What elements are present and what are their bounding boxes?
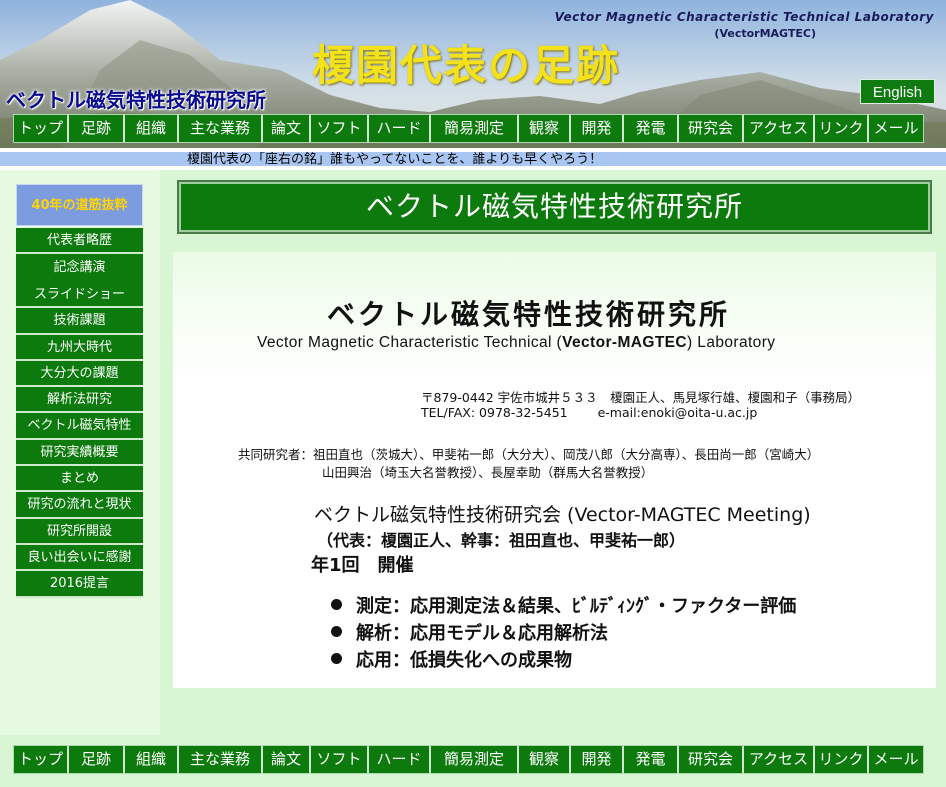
nav-main-business[interactable]: 主な業務 (177, 746, 261, 773)
nav-links[interactable]: リンク (813, 746, 867, 773)
site-subtitle: ベクトル磁気特性技術研究所 (6, 88, 266, 112)
sidebar-item-lecture-slideshow[interactable]: 記念講演 スライドショー (16, 254, 143, 309)
sidebar: 40年の道筋抜粋 代表者略歴 記念講演 スライドショー 技術課題 九州大時代 大… (16, 184, 143, 598)
nav-papers[interactable]: 論文 (261, 746, 309, 773)
lab-abbreviation: (VectorMAGTEC) (714, 27, 816, 40)
bullet-text-application: 応用：低損失化への成果物 (356, 650, 572, 671)
list-item: 測定：応用測定法＆結果、ﾋﾞﾙﾃﾞｨﾝｸﾞ・ファクター評価 (331, 592, 796, 618)
bullet-icon (331, 599, 342, 610)
nav-links[interactable]: リンク (813, 115, 867, 142)
lab-title-english: Vector Magnetic Characteristic Technical… (257, 334, 775, 352)
bullet-icon (331, 653, 342, 664)
nav-development[interactable]: 開発 (569, 746, 622, 773)
sidebar-item-40-years[interactable]: 40年の道筋抜粋 (16, 184, 143, 226)
sidebar-item-oita-issues[interactable]: 大分大の課題 (16, 360, 143, 388)
nav-software[interactable]: ソフト (309, 115, 367, 142)
nav-footprint[interactable]: 足跡 (67, 746, 123, 773)
list-item: 解析：応用モデル＆応用解析法 (331, 619, 608, 645)
list-item: 応用：低損失化への成果物 (331, 646, 572, 672)
nav-observation[interactable]: 観察 (517, 115, 569, 142)
nav-software[interactable]: ソフト (309, 746, 367, 773)
sidebar-item-analysis-research[interactable]: 解析法研究 (16, 387, 143, 414)
nav-footprint[interactable]: 足跡 (67, 115, 123, 142)
nav-mail[interactable]: メール (867, 746, 923, 773)
motto-marquee: 榎園代表の「座右の銘」誰もやってないことを、誰よりも早くやろう！ (0, 152, 946, 166)
lab-title-english-post: ) Laboratory (687, 334, 776, 351)
lab-name-english: Vector Magnetic Characteristic Technical… (554, 10, 934, 24)
nav-power-generation[interactable]: 発電 (622, 746, 677, 773)
sidebar-item-2016-proposal[interactable]: 2016提言 (16, 571, 143, 598)
nav-access[interactable]: アクセス (742, 746, 813, 773)
nav-meeting[interactable]: 研究会 (677, 115, 742, 142)
sidebar-item-conclusion[interactable]: まとめ (16, 466, 143, 493)
address: 〒879-0442 宇佐市城井５３３ 榎園正人、馬見塚行雄、榎園和子（事務局） (421, 390, 861, 405)
sidebar-item-thanks[interactable]: 良い出会いに感謝 (16, 544, 143, 572)
nav-mail[interactable]: メール (867, 115, 923, 142)
co-researchers-line-1: 共同研究者：祖田直也（茨城大）、甲斐祐一郎（大分大）、岡茂八郎（大分高専）、長田… (238, 447, 820, 462)
nav-top[interactable]: トップ (14, 746, 67, 773)
lab-title-english-abbrev: Vector-MAGTEC (562, 334, 688, 351)
meeting-officers: （代表：榎園正人、幹事：祖田直也、甲斐祐一郎） (317, 531, 686, 550)
meeting-title: ベクトル磁気特性技術研究会 (Vector-MAGTEC Meeting) (314, 504, 811, 526)
sidebar-item-research-flow[interactable]: 研究の流れと現状 (16, 492, 143, 519)
top-nav: トップ 足跡 組織 主な業務 論文 ソフト ハード 簡易測定 観察 開発 発電 … (13, 114, 924, 143)
nav-papers[interactable]: 論文 (261, 115, 309, 142)
sidebar-item-technical-issues[interactable]: 技術課題 (16, 308, 143, 335)
lab-title-english-pre: Vector Magnetic Characteristic Technical… (257, 334, 563, 351)
nav-observation[interactable]: 観察 (517, 746, 569, 773)
nav-organization[interactable]: 組織 (123, 746, 177, 773)
co-researchers-line-2: 山田興治（埼玉大名誉教授）、長屋幸助（群馬大名誉教授） (322, 465, 654, 480)
contact-line: TEL/FAX: 0978-32-5451 e-mail:enoki@oita-u… (421, 405, 757, 420)
meeting-frequency: 年1回 開催 (311, 555, 414, 576)
site-title: 榎園代表の足跡 (312, 41, 621, 90)
bottom-nav: トップ 足跡 組織 主な業務 論文 ソフト ハード 簡易測定 観察 開発 発電 … (13, 745, 924, 774)
bullet-text-measurement: 測定：応用測定法＆結果、ﾋﾞﾙﾃﾞｨﾝｸﾞ・ファクター評価 (356, 596, 797, 617)
nav-simple-measurement[interactable]: 簡易測定 (429, 115, 517, 142)
page-title-banner: ベクトル磁気特性技術研究所 (177, 180, 932, 234)
english-button[interactable]: English (860, 79, 935, 104)
nav-hardware[interactable]: ハード (367, 115, 429, 142)
tel-fax: TEL/FAX: 0978-32-5451 (421, 405, 568, 420)
nav-simple-measurement[interactable]: 簡易測定 (429, 746, 517, 773)
nav-top[interactable]: トップ (14, 115, 67, 142)
bullet-text-analysis: 解析：応用モデル＆応用解析法 (356, 623, 608, 644)
email-link[interactable]: e-mail:enoki@oita-u.ac.jp (598, 405, 758, 420)
sidebar-item-kyushu-era[interactable]: 九州大時代 (16, 334, 143, 361)
nav-organization[interactable]: 組織 (123, 115, 177, 142)
sidebar-item-research-summary[interactable]: 研究実績概要 (16, 439, 143, 467)
nav-meeting[interactable]: 研究会 (677, 746, 742, 773)
bullet-icon (331, 626, 342, 637)
nav-access[interactable]: アクセス (742, 115, 813, 142)
nav-development[interactable]: 開発 (569, 115, 622, 142)
lab-title: ベクトル磁気特性技術研究所 (327, 298, 731, 331)
sidebar-item-lab-opening[interactable]: 研究所開設 (16, 518, 143, 545)
sidebar-item-vector-magnetic[interactable]: ベクトル磁気特性 (16, 413, 143, 440)
motto-text: 榎園代表の「座右の銘」誰もやってないことを、誰よりも早くやろう！ (187, 152, 603, 166)
nav-main-business[interactable]: 主な業務 (177, 115, 261, 142)
sidebar-item-profile[interactable]: 代表者略歴 (16, 228, 143, 255)
nav-power-generation[interactable]: 発電 (622, 115, 677, 142)
nav-hardware[interactable]: ハード (367, 746, 429, 773)
